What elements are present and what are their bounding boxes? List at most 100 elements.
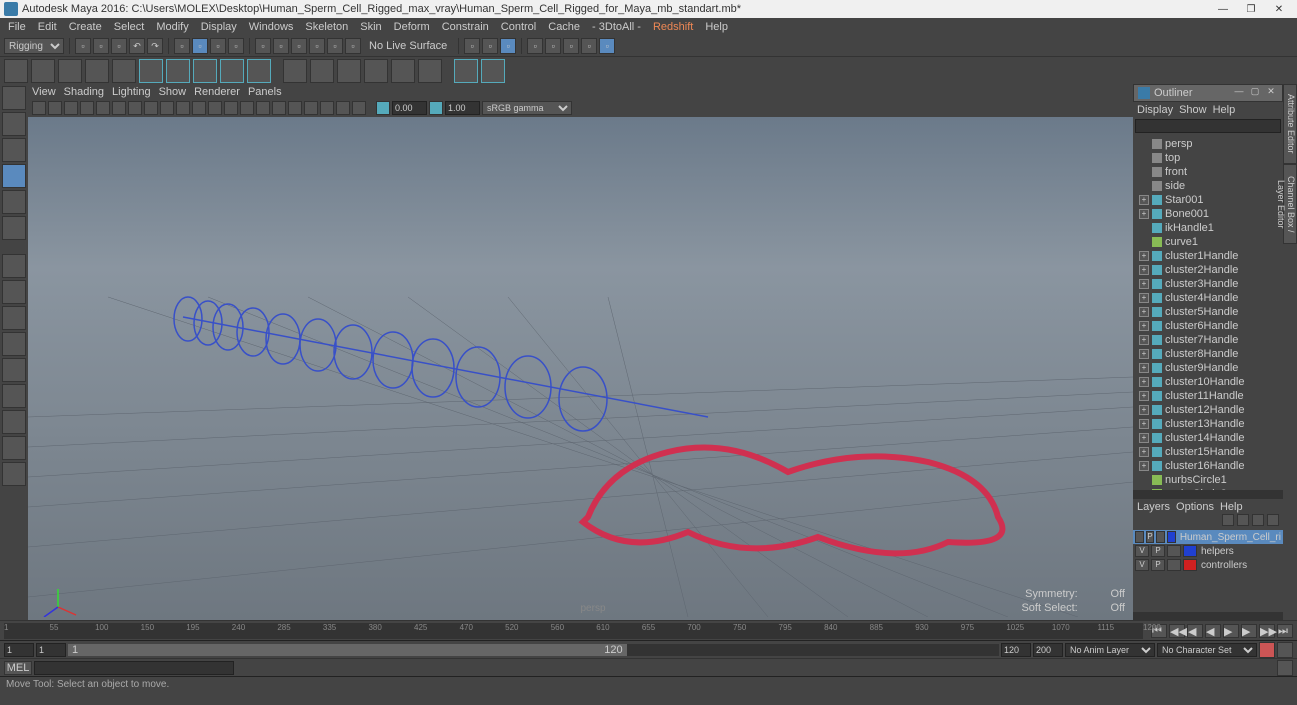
layer-new-empty-icon[interactable]	[1252, 514, 1264, 526]
panel-colorspace-select[interactable]: sRGB gamma	[482, 101, 572, 115]
layer-type-toggle[interactable]	[1156, 531, 1165, 543]
shelf-rotate-icon[interactable]	[166, 59, 190, 83]
layout-four-tool-icon[interactable]	[2, 306, 26, 330]
tree-item[interactable]: persp	[1135, 137, 1281, 151]
outliner-search-input[interactable]	[1135, 119, 1281, 133]
tab-channel-box[interactable]: Channel Box / Layer Editor	[1283, 164, 1297, 244]
step-forward-icon[interactable]: ▶	[1241, 624, 1257, 638]
menu-deform[interactable]: Deform	[388, 21, 436, 33]
panel-isolate-icon[interactable]	[304, 101, 318, 115]
layer-color-swatch[interactable]	[1167, 531, 1176, 543]
outliner-menu-help[interactable]: Help	[1213, 104, 1236, 116]
panel-bookmark-icon[interactable]	[48, 101, 62, 115]
undo-icon[interactable]: ↶	[129, 38, 145, 54]
menu-constrain[interactable]: Constrain	[436, 21, 495, 33]
step-back-icon[interactable]: ◀	[1187, 624, 1203, 638]
expand-icon[interactable]: +	[1139, 279, 1149, 289]
menu-skin[interactable]: Skin	[354, 21, 387, 33]
layer-v-toggle[interactable]: V	[1135, 559, 1149, 571]
layer-row[interactable]: VPhelpers	[1133, 544, 1283, 558]
tree-item[interactable]: top	[1135, 151, 1281, 165]
range-start-outer-input[interactable]	[4, 643, 34, 657]
tree-item[interactable]: +cluster6Handle	[1135, 319, 1281, 333]
minimize-button[interactable]: —	[1209, 0, 1237, 18]
layer-type-toggle[interactable]	[1167, 545, 1181, 557]
lasso-tool-icon[interactable]	[2, 112, 26, 136]
layout-preset4-icon[interactable]	[2, 410, 26, 434]
softselect-value[interactable]: Off	[1111, 602, 1125, 614]
panel-xray-icon[interactable]	[320, 101, 334, 115]
menu-dtoall[interactable]: - 3DtoAll -	[586, 21, 647, 33]
construction-history-icon[interactable]: ▫	[464, 38, 480, 54]
tree-item[interactable]: +cluster16Handle	[1135, 459, 1281, 473]
rotate-tool-icon[interactable]	[2, 190, 26, 214]
shelf-bind-icon[interactable]	[337, 59, 361, 83]
last-tool-icon[interactable]	[2, 254, 26, 278]
expand-icon[interactable]: +	[1139, 447, 1149, 457]
layers-menu-help[interactable]: Help	[1220, 501, 1243, 513]
shelf-universal-icon[interactable]	[247, 59, 271, 83]
expand-icon[interactable]: +	[1139, 349, 1149, 359]
paint-select-tool-icon[interactable]	[2, 138, 26, 162]
expand-icon[interactable]: +	[1139, 461, 1149, 471]
panel-menu-renderer[interactable]: Renderer	[194, 86, 240, 98]
panel-menu-view[interactable]: View	[32, 86, 56, 98]
layer-moveup-icon[interactable]	[1222, 514, 1234, 526]
outliner-menu-display[interactable]: Display	[1137, 104, 1173, 116]
cmd-input[interactable]	[34, 661, 234, 675]
shelf-joint-icon[interactable]	[283, 59, 307, 83]
shelf-cluster-icon[interactable]	[454, 59, 478, 83]
expand-icon[interactable]: +	[1139, 419, 1149, 429]
menu-windows[interactable]: Windows	[243, 21, 300, 33]
open-scene-icon[interactable]: ▫	[93, 38, 109, 54]
snap-point-icon[interactable]: ▫	[291, 38, 307, 54]
shelf-transform-icon[interactable]	[220, 59, 244, 83]
tree-item[interactable]: front	[1135, 165, 1281, 179]
tree-item[interactable]: +Bone001	[1135, 207, 1281, 221]
panel-menu-shading[interactable]: Shading	[64, 86, 104, 98]
layout-preset3-icon[interactable]	[2, 384, 26, 408]
step-back-key-icon[interactable]: ◀◀	[1169, 624, 1185, 638]
layers-menu-layers[interactable]: Layers	[1137, 501, 1170, 513]
panel-safe-title-icon[interactable]	[208, 101, 222, 115]
panel-film-gate-icon[interactable]	[128, 101, 142, 115]
panel-resolution-icon[interactable]	[144, 101, 158, 115]
expand-icon[interactable]: +	[1139, 195, 1149, 205]
time-slider[interactable]: 1551001501952402853353804254705205606106…	[0, 620, 1297, 640]
shelf-ik-icon[interactable]	[310, 59, 334, 83]
panel-field-chart-icon[interactable]	[176, 101, 190, 115]
menu-select[interactable]: Select	[108, 21, 151, 33]
expand-icon[interactable]: +	[1139, 307, 1149, 317]
shelf-tab-icon[interactable]	[4, 59, 28, 83]
tree-item[interactable]: +cluster12Handle	[1135, 403, 1281, 417]
play-end-icon[interactable]: ⏭	[1277, 624, 1293, 638]
layer-v-toggle[interactable]: V	[1135, 545, 1149, 557]
expand-icon[interactable]: +	[1139, 405, 1149, 415]
tree-item[interactable]: +cluster3Handle	[1135, 277, 1281, 291]
tree-item[interactable]: +cluster13Handle	[1135, 417, 1281, 431]
menu-create[interactable]: Create	[63, 21, 108, 33]
expand-icon[interactable]: +	[1139, 265, 1149, 275]
panel-menu-panels[interactable]: Panels	[248, 86, 282, 98]
panel-grid-icon[interactable]	[112, 101, 126, 115]
panel-safe-action-icon[interactable]	[192, 101, 206, 115]
layout-four-icon[interactable]: ▫	[545, 38, 561, 54]
layout-custom-icon[interactable]: ▫	[599, 38, 615, 54]
tree-item[interactable]: ikHandle1	[1135, 221, 1281, 235]
tree-item[interactable]: +cluster10Handle	[1135, 375, 1281, 389]
tree-item[interactable]: +cluster2Handle	[1135, 263, 1281, 277]
outliner-scrollbar[interactable]	[1133, 490, 1283, 498]
close-button[interactable]: ✕	[1265, 0, 1293, 18]
menu-edit[interactable]: Edit	[32, 21, 63, 33]
panel-textured-icon[interactable]	[256, 101, 270, 115]
layer-p-toggle[interactable]: P	[1151, 559, 1165, 571]
script-editor-icon[interactable]	[1277, 660, 1293, 676]
menu-redshift[interactable]: Redshift	[647, 21, 699, 33]
range-slider-track[interactable]: 1 120	[68, 644, 999, 656]
tree-item[interactable]: +cluster14Handle	[1135, 431, 1281, 445]
menu-file[interactable]: File	[2, 21, 32, 33]
shelf-move-icon[interactable]	[139, 59, 163, 83]
panel-shaded-icon[interactable]	[240, 101, 254, 115]
outliner-maximize-icon[interactable]: ▢	[1248, 86, 1262, 100]
panel-select-cam-icon[interactable]	[32, 101, 46, 115]
